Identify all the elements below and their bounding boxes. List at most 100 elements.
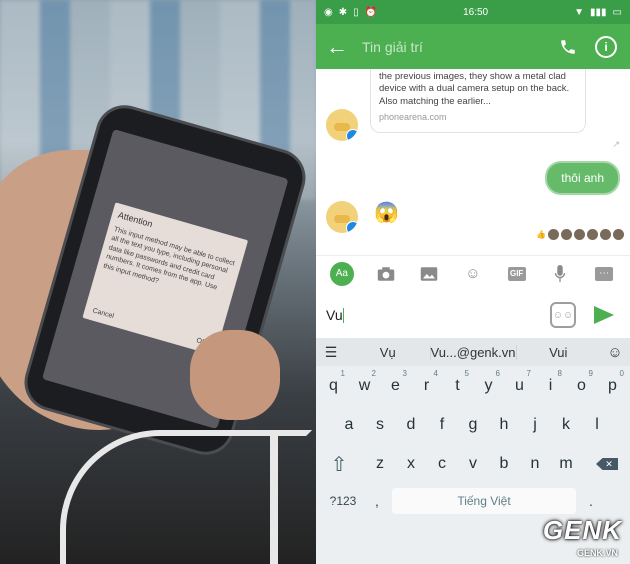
key-t[interactable]: t5 [442,369,473,403]
key-w[interactable]: w2 [349,369,380,403]
status-bar: ◉ ✱ ▯ ⏰ 16:50 ▼ ▮▮▮ ▭ [316,0,630,24]
key-e[interactable]: e3 [380,369,411,403]
key-v[interactable]: v [458,447,489,481]
suggestion-item[interactable]: Vu...@genk.vn [429,344,516,360]
key-label: e [391,376,400,394]
key-q[interactable]: q1 [318,369,349,403]
key-row-2: asdfghjkl [316,405,630,444]
genk-domain: GENK.VN [576,548,618,558]
keyboard-menu-icon[interactable]: ☰ [316,344,346,361]
message-input[interactable]: Vu [326,307,550,324]
more-options-button[interactable]: ⋯ [590,260,618,288]
location-icon: ◉ [324,6,333,18]
avatar [326,201,358,233]
microphone-icon[interactable] [546,260,574,288]
key-i[interactable]: i8 [535,369,566,403]
key-label: i [548,376,553,394]
key-o[interactable]: o9 [566,369,597,403]
key-label: q [329,376,338,394]
phone-call-icon[interactable] [554,33,582,61]
key-b[interactable]: b [489,447,520,481]
key-label: u [515,376,524,394]
bluetooth-icon: ✱ [338,6,348,18]
suggestion-item[interactable]: Vui [515,344,601,360]
share-icon[interactable]: ↗ [612,139,620,150]
genk-logo: GENK [542,515,622,545]
key-row-1: q1w2e3r4t5y6u7i8o9p0 [316,366,630,405]
info-icon[interactable]: i [592,33,620,61]
key-n[interactable]: n [520,447,551,481]
read-avatar [548,229,559,240]
incoming-emoji-message[interactable]: 😱 [374,200,399,225]
space-key[interactable]: Tiếng Việt [392,488,576,514]
key-d[interactable]: d [396,408,427,442]
key-hint: 9 [588,368,593,378]
outgoing-message-bubble[interactable]: thôi anh [545,161,620,195]
key-hint: 0 [619,368,624,378]
key-p[interactable]: p0 [597,369,628,403]
gallery-icon[interactable] [415,260,443,288]
period-key[interactable]: . [580,493,602,509]
gif-button[interactable]: GIF [503,260,531,288]
key-label: t [455,376,460,394]
key-a[interactable]: a [334,408,365,442]
reaction-icon: 👍 [536,230,546,239]
key-label: w [358,376,371,394]
key-row-3: ⇧ zxcvbnm ✕ [316,444,630,483]
message-input-row: Vu ☺☺ [316,292,630,338]
camera-icon[interactable] [372,260,400,288]
key-f[interactable]: f [427,408,458,442]
key-j[interactable]: j [520,408,551,442]
key-hint: 6 [495,368,500,378]
link-preview-source: phonearena.com [379,112,447,123]
symbols-key[interactable]: ?123 [320,494,366,508]
key-hint: 7 [526,368,531,378]
avatar [326,109,358,141]
read-avatar [587,229,598,240]
key-c[interactable]: c [427,447,458,481]
messenger-badge-icon [346,129,358,141]
key-l[interactable]: l [582,408,613,442]
comma-key[interactable]: , [366,493,388,509]
key-h[interactable]: h [489,408,520,442]
key-x[interactable]: x [396,447,427,481]
messenger-badge-icon [346,221,358,233]
key-row-bottom: ?123 , Tiếng Việt . [316,483,630,519]
conversation-title: Tin giải trí [362,38,423,55]
link-preview-card[interactable]: the previous images, they show a metal c… [370,69,586,133]
back-arrow-icon[interactable]: ← [326,34,356,60]
key-u[interactable]: u7 [504,369,535,403]
key-hint: 5 [464,368,469,378]
battery-icon: ▭ [612,6,622,18]
keyboard-emoji-icon[interactable]: ☺ [600,344,630,361]
key-hint: 4 [433,368,438,378]
message-list: the previous images, they show a metal c… [316,69,630,255]
read-avatar [600,229,611,240]
shift-key[interactable]: ⇧ [322,447,356,481]
backspace-key[interactable]: ✕ [590,447,624,481]
key-r[interactable]: r4 [411,369,442,403]
key-s[interactable]: s [365,408,396,442]
signal-icon: ▮▮▮ [590,6,607,18]
key-k[interactable]: k [551,408,582,442]
photo-panel: Attention This input method may be able … [0,0,316,564]
usb-cable-end [270,430,278,564]
key-m[interactable]: m [551,447,582,481]
text-format-button[interactable]: Aa [328,260,356,288]
read-avatar [613,229,624,240]
read-avatar [561,229,572,240]
key-g[interactable]: g [458,408,489,442]
key-y[interactable]: y6 [473,369,504,403]
messenger-app: ◉ ✱ ▯ ⏰ 16:50 ▼ ▮▮▮ ▭ ← Tin giải trí i t… [316,0,630,564]
send-icon[interactable] [594,306,614,324]
status-time: 16:50 [463,6,489,18]
compose-toolbar: Aa ☺ GIF ⋯ [316,255,630,291]
key-z[interactable]: z [365,447,396,481]
sticker-icon[interactable]: ☺☺ [550,302,576,328]
alarm-icon: ⏰ [364,6,378,18]
suggestion-item[interactable]: Vụ [346,345,430,360]
emoji-icon[interactable]: ☺ [459,260,487,288]
dialog-cancel-button: Cancel [91,307,115,321]
suggestion-strip: ☰ Vụ Vu...@genk.vn Vui ☺ [316,338,630,366]
key-label: r [423,376,430,394]
